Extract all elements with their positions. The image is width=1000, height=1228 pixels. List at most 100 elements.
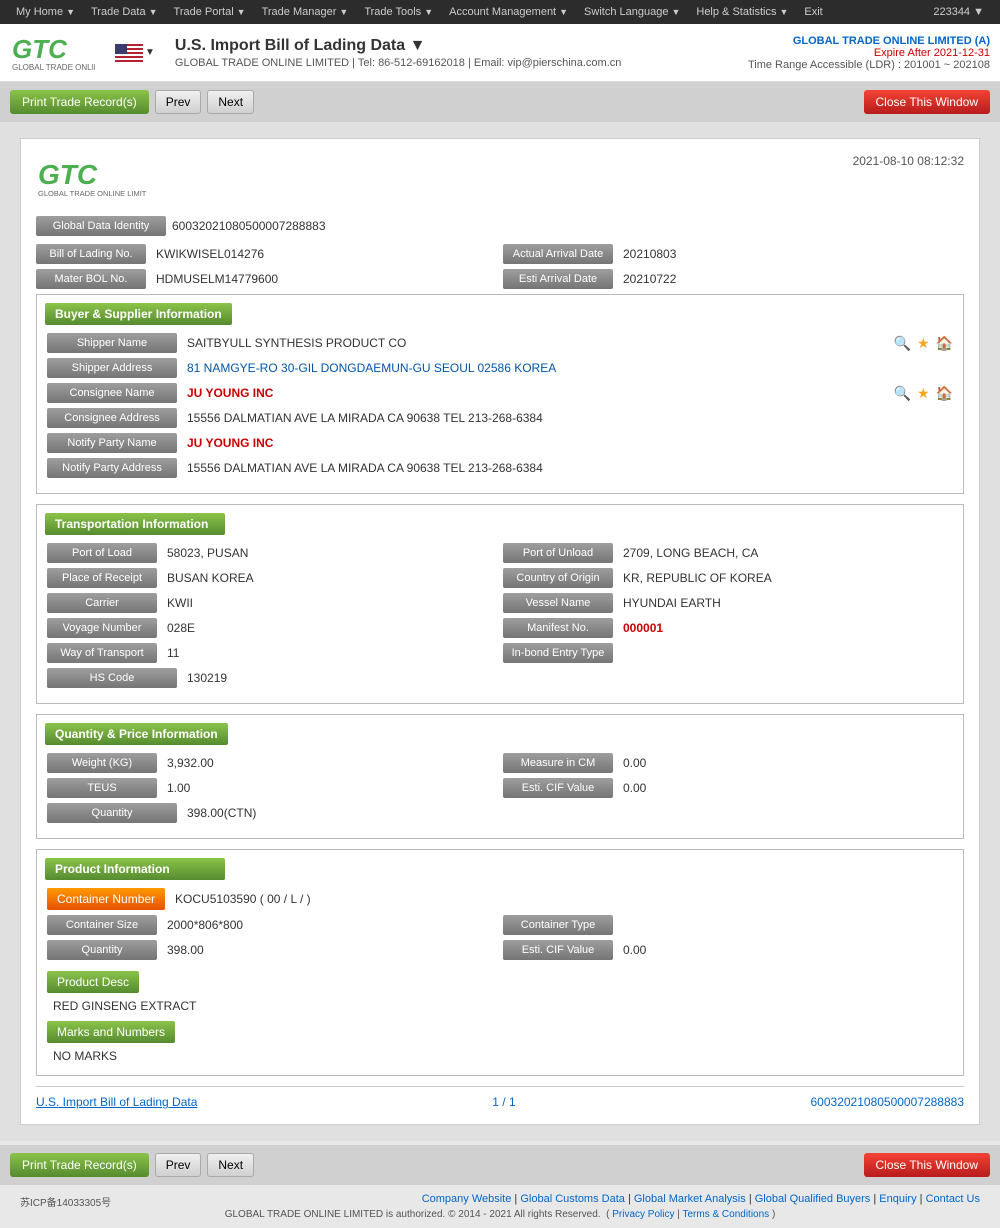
- inbond-entry-label: In-bond Entry Type: [503, 643, 613, 663]
- marks-row: Marks and Numbers NO MARKS: [47, 1015, 953, 1065]
- footer-global-buyers[interactable]: Global Qualified Buyers: [755, 1193, 871, 1205]
- shipper-star-icon[interactable]: ★: [917, 335, 930, 352]
- footer-contact-us[interactable]: Contact Us: [926, 1193, 980, 1205]
- card-footer-page: 1 / 1: [492, 1095, 515, 1109]
- nav-switchlanguage[interactable]: Switch Language ▼: [576, 0, 688, 24]
- notify-party-address-row: Notify Party Address 15556 DALMATIAN AVE…: [47, 458, 953, 478]
- page-header: GTC GLOBAL TRADE ONLINE LIMITED ▼ U.S. I…: [0, 24, 1000, 82]
- footer-global-customs[interactable]: Global Customs Data: [520, 1193, 625, 1205]
- hs-code-value: 130219: [183, 669, 953, 687]
- nav-accountmanagement[interactable]: Account Management ▼: [441, 0, 576, 24]
- port-unload-label: Port of Unload: [503, 543, 613, 563]
- nav-trademanager[interactable]: Trade Manager ▼: [254, 0, 357, 24]
- marks-button[interactable]: Marks and Numbers: [47, 1021, 175, 1043]
- weight-label: Weight (KG): [47, 753, 157, 773]
- nav-myhome[interactable]: My Home ▼: [8, 0, 83, 24]
- actual-arrival-value: 20210803: [619, 245, 964, 263]
- svg-text:GTC: GTC: [38, 159, 98, 190]
- nav-tradetools[interactable]: Trade Tools ▼: [356, 0, 441, 24]
- prod-qty-value: 398.00: [163, 941, 497, 959]
- account-number[interactable]: 223344 ▼: [925, 0, 992, 24]
- card-footer-id: 60032021080500007288883: [811, 1095, 965, 1109]
- notify-party-name-value: JU YOUNG INC: [183, 434, 953, 452]
- footer-privacy-link[interactable]: Privacy Policy: [612, 1209, 674, 1220]
- consignee-home-icon[interactable]: 🏠: [936, 385, 953, 402]
- next-button-bottom[interactable]: Next: [207, 1153, 254, 1177]
- close-button-bottom[interactable]: Close This Window: [864, 1153, 990, 1177]
- container-size-value: 2000*806*800: [163, 916, 497, 934]
- close-button-top[interactable]: Close This Window: [864, 90, 990, 114]
- print-button-top[interactable]: Print Trade Record(s): [10, 90, 149, 114]
- shipper-address-row: Shipper Address 81 NAMGYE-RO 30-GIL DONG…: [47, 358, 953, 378]
- shipper-home-icon[interactable]: 🏠: [936, 335, 953, 352]
- vessel-name-value: HYUNDAI EARTH: [619, 594, 953, 612]
- top-navigation: My Home ▼ Trade Data ▼ Trade Portal ▼ Tr…: [0, 0, 1000, 24]
- measure-value: 0.00: [619, 754, 953, 772]
- qty-label: Quantity: [47, 803, 177, 823]
- footer-terms-link[interactable]: Terms & Conditions: [682, 1209, 769, 1220]
- country-origin-value: KR, REPUBLIC OF KOREA: [619, 569, 953, 587]
- global-data-identity-value: 60032021080500007288883: [172, 219, 326, 233]
- global-data-identity-label: Global Data Identity: [36, 216, 166, 236]
- esti-arrival-label: Esti Arrival Date: [503, 269, 613, 289]
- container-number-button[interactable]: Container Number: [47, 888, 165, 910]
- bol-value: KWIKWISEL014276: [152, 245, 497, 263]
- expire-date: Expire After 2021-12-31: [748, 47, 990, 59]
- flag-selector[interactable]: ▼: [115, 44, 155, 62]
- consignee-name-label: Consignee Name: [47, 383, 177, 403]
- shipper-address-value: 81 NAMGYE-RO 30-GIL DONGDAEMUN-GU SEOUL …: [183, 359, 953, 377]
- place-receipt-value: BUSAN KOREA: [163, 569, 497, 587]
- esti-cif-label: Esti. CIF Value: [503, 778, 613, 798]
- nav-tradeportal[interactable]: Trade Portal ▼: [166, 0, 254, 24]
- product-desc-row: Product Desc RED GINSENG EXTRACT: [47, 965, 953, 1015]
- notify-party-address-label: Notify Party Address: [47, 458, 177, 478]
- svg-text:GLOBAL TRADE ONLINE LIMITED: GLOBAL TRADE ONLINE LIMITED: [12, 63, 95, 72]
- prod-esti-cif-value: 0.00: [619, 941, 953, 959]
- footer-global-market[interactable]: Global Market Analysis: [634, 1193, 746, 1205]
- nav-tradedata[interactable]: Trade Data ▼: [83, 0, 166, 24]
- prod-qty-label: Quantity: [47, 940, 157, 960]
- bottom-toolbar: Print Trade Record(s) Prev Next Close Th…: [0, 1145, 1000, 1185]
- nav-exit[interactable]: Exit: [796, 0, 830, 24]
- nav-helpstatistics[interactable]: Help & Statistics ▼: [688, 0, 796, 24]
- port-load-label: Port of Load: [47, 543, 157, 563]
- shipper-address-label: Shipper Address: [47, 358, 177, 378]
- page-footer: 苏ICP备14033305号 Company Website | Global …: [0, 1185, 1000, 1228]
- master-bol-value: HDMUSELM14779600: [152, 270, 497, 288]
- esti-cif-value: 0.00: [619, 779, 953, 797]
- prod-qty-cif-row: Quantity 398.00 Esti. CIF Value 0.00: [47, 940, 953, 960]
- shipper-name-value: SAITBYULL SYNTHESIS PRODUCT CO: [183, 334, 888, 352]
- esti-arrival-col: Esti Arrival Date 20210722: [503, 269, 964, 289]
- inbond-entry-value: [619, 651, 953, 655]
- card-logo: GTC GLOBAL TRADE ONLINE LIMITED: [36, 154, 146, 204]
- consignee-name-value: JU YOUNG INC: [183, 384, 888, 402]
- card-footer-link[interactable]: U.S. Import Bill of Lading Data: [36, 1095, 197, 1109]
- footer-company-website[interactable]: Company Website: [422, 1193, 512, 1205]
- hs-code-label: HS Code: [47, 668, 177, 688]
- hs-code-row: HS Code 130219: [47, 668, 953, 688]
- manifest-no-value: 000001: [619, 619, 953, 637]
- prev-button-bottom[interactable]: Prev: [155, 1153, 202, 1177]
- buyer-supplier-title: Buyer & Supplier Information: [45, 303, 232, 325]
- carrier-vessel-row: Carrier KWII Vessel Name HYUNDAI EARTH: [47, 593, 953, 613]
- print-button-bottom[interactable]: Print Trade Record(s): [10, 1153, 149, 1177]
- product-desc-button[interactable]: Product Desc: [47, 971, 139, 993]
- port-unload-value: 2709, LONG BEACH, CA: [619, 544, 953, 562]
- container-size-type-row: Container Size 2000*806*800 Container Ty…: [47, 915, 953, 935]
- container-number-row: Container Number KOCU5103590 ( 00 / L / …: [47, 888, 953, 910]
- prev-button-top[interactable]: Prev: [155, 90, 202, 114]
- voyage-number-value: 028E: [163, 619, 497, 637]
- teus-cif-row: TEUS 1.00 Esti. CIF Value 0.00: [47, 778, 953, 798]
- footer-enquiry[interactable]: Enquiry: [879, 1193, 916, 1205]
- next-button-top[interactable]: Next: [207, 90, 254, 114]
- shipper-search-icon[interactable]: 🔍: [894, 335, 911, 352]
- bol-row: Bill of Lading No. KWIKWISEL014276 Actua…: [36, 244, 964, 264]
- consignee-search-icon[interactable]: 🔍: [894, 385, 911, 402]
- transportation-section: Transportation Information Port of Load …: [36, 504, 964, 704]
- consignee-address-value: 15556 DALMATIAN AVE LA MIRADA CA 90638 T…: [183, 409, 953, 427]
- card-date: 2021-08-10 08:12:32: [853, 154, 964, 168]
- transportation-title: Transportation Information: [45, 513, 225, 535]
- qty-value: 398.00(CTN): [183, 804, 953, 822]
- consignee-star-icon[interactable]: ★: [917, 385, 930, 402]
- card-header: GTC GLOBAL TRADE ONLINE LIMITED 2021-08-…: [36, 154, 964, 204]
